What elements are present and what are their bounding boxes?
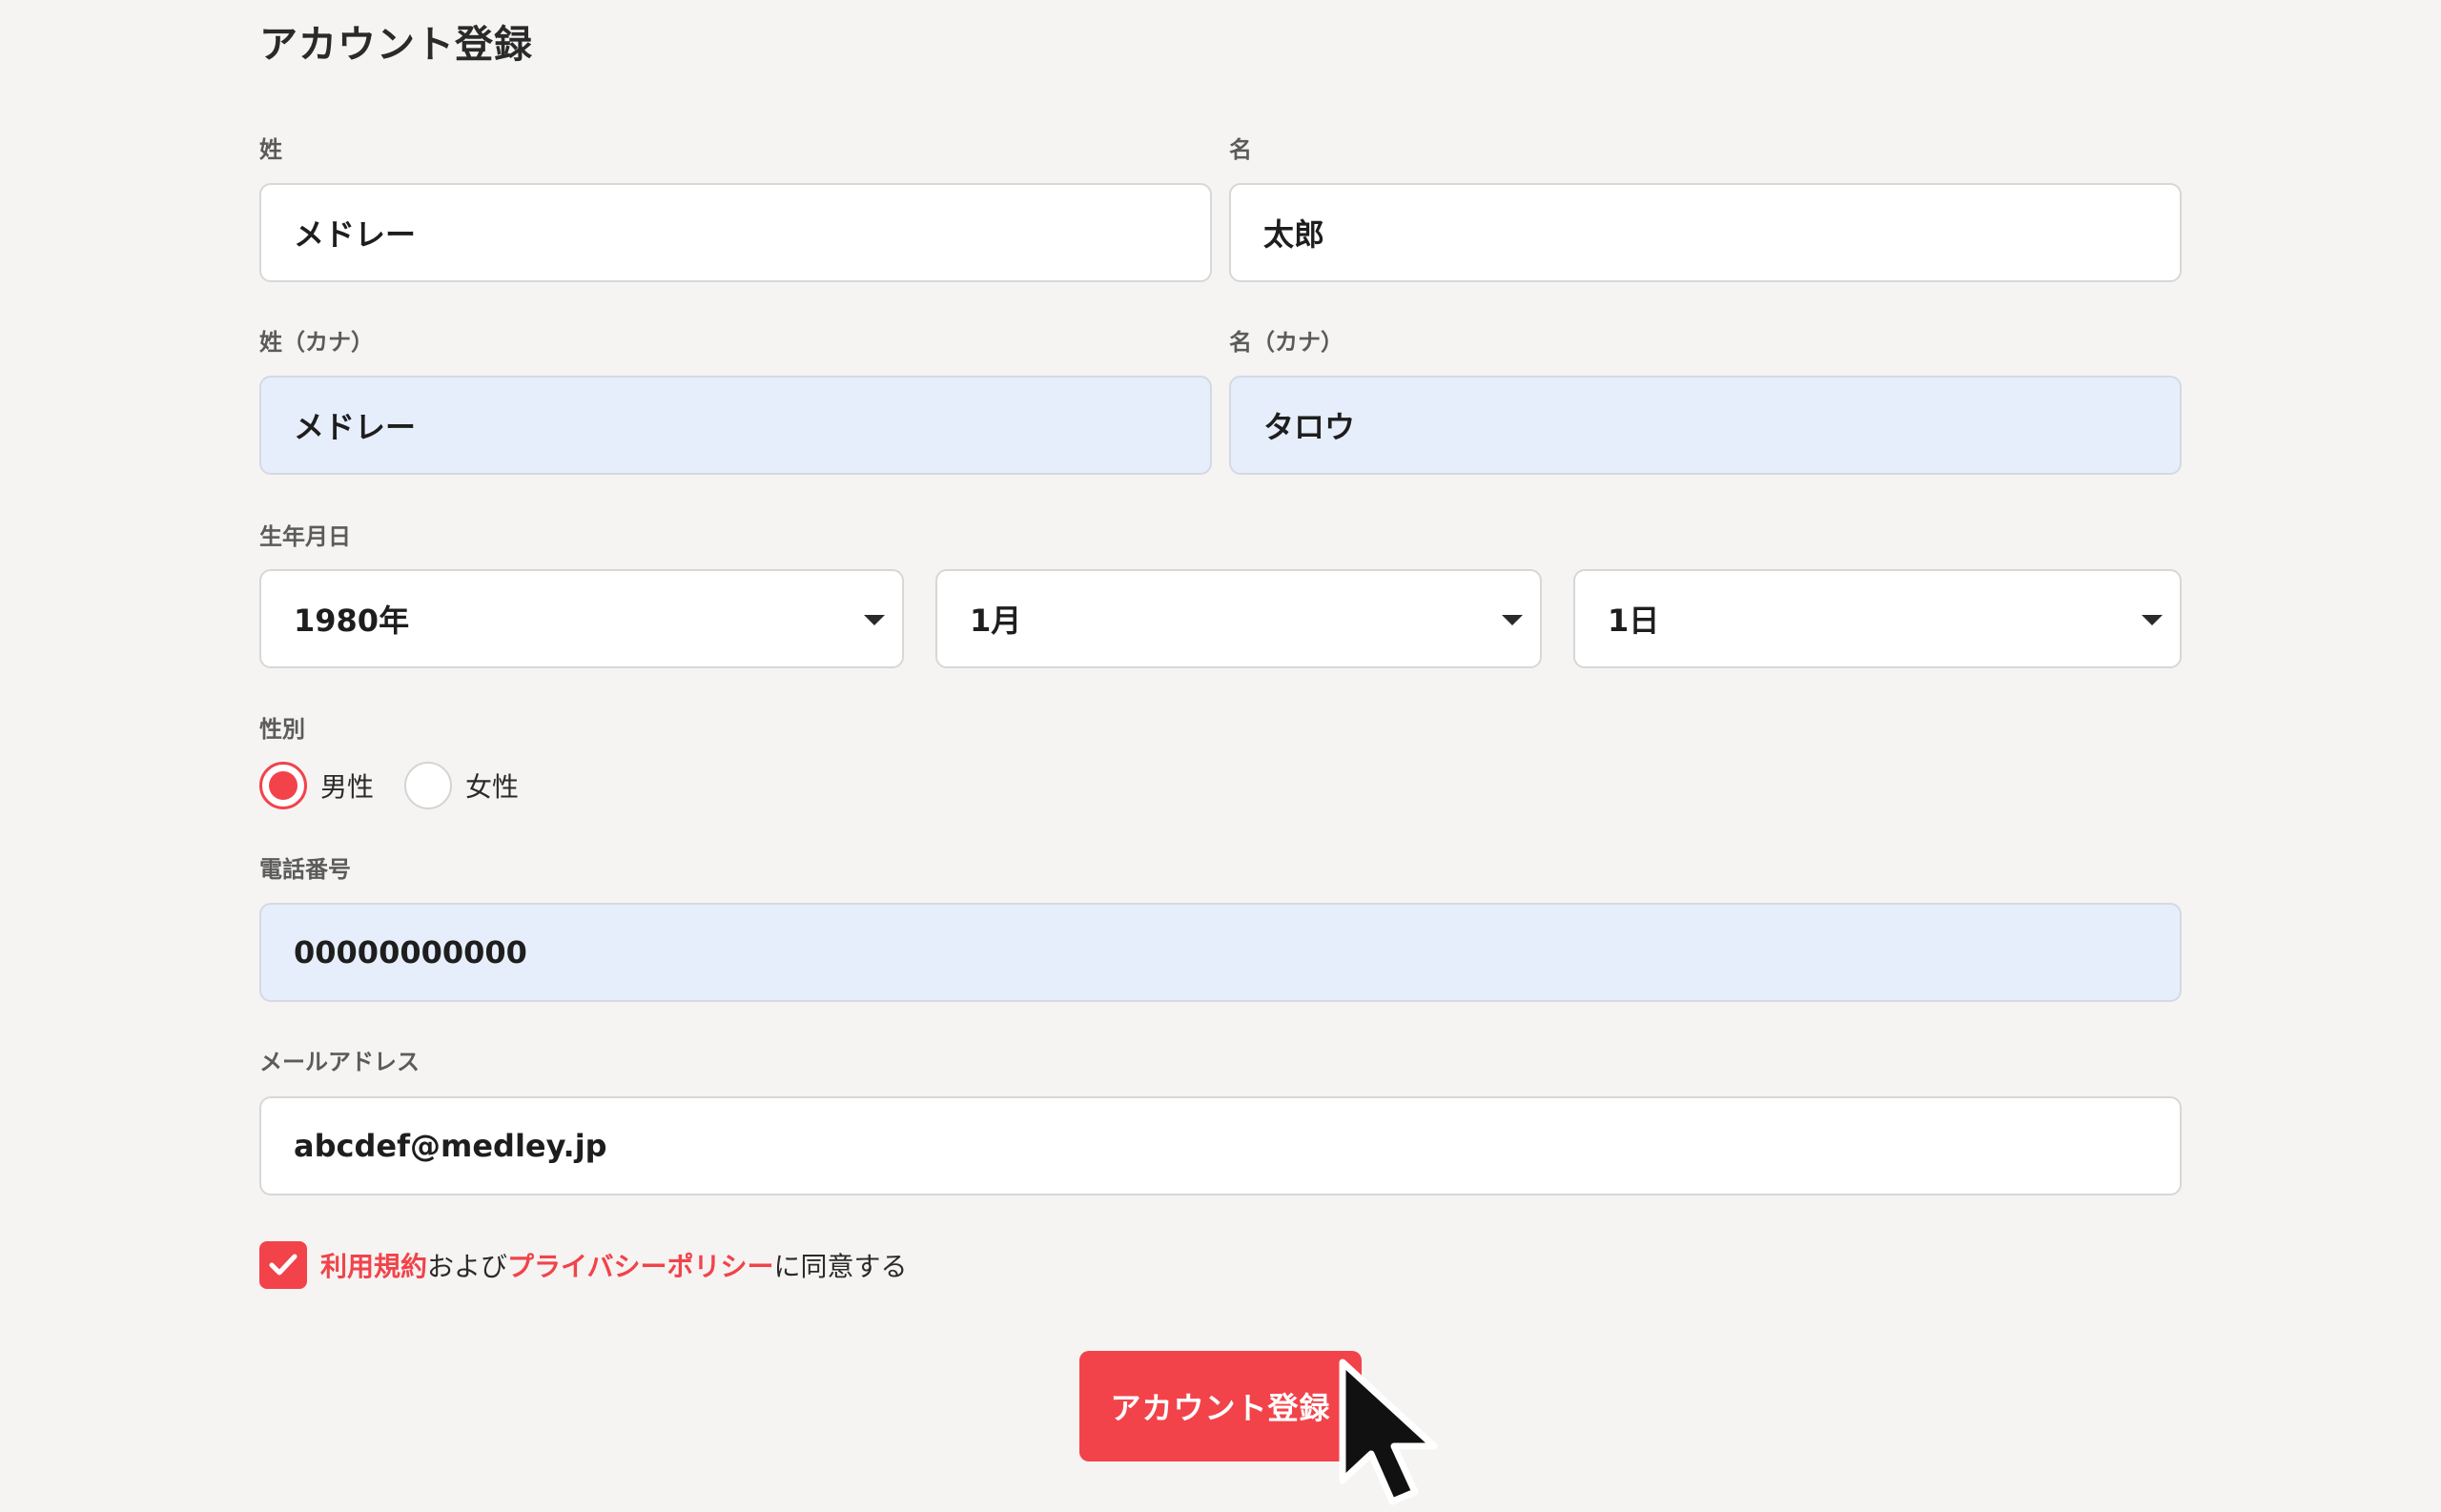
last-name-label: 姓 — [259, 136, 282, 163]
radio-unchecked-icon[interactable] — [404, 762, 453, 809]
birth-day-value: 1日 — [1608, 603, 1660, 639]
gender-option-label: 男性 — [320, 771, 375, 803]
submit-button[interactable]: アカウント登録 — [1079, 1351, 1362, 1461]
gender-option-female[interactable]: 女性 — [404, 762, 519, 809]
gender-option-label: 女性 — [465, 771, 520, 803]
first-name-kana-label: 名（カナ） — [1229, 329, 1344, 356]
last-name-field[interactable]: メドレー — [259, 183, 1212, 282]
email-field[interactable]: abcdef@medley.jp — [259, 1096, 2182, 1195]
first-name-kana-field[interactable]: タロウ — [1229, 376, 2182, 475]
agreement-row: 利用規約およびプライバシーポリシーに同意する — [259, 1241, 908, 1289]
agreement-text: 利用規約およびプライバシーポリシーに同意する — [320, 1246, 908, 1284]
agreement-checkbox[interactable] — [259, 1241, 307, 1289]
first-name-label: 名 — [1229, 136, 1252, 163]
last-name-kana-label: 姓（カナ） — [259, 329, 374, 356]
chevron-down-icon — [1502, 615, 1523, 625]
birth-year-select[interactable]: 1980年 — [259, 569, 904, 668]
birth-month-value: 1月 — [970, 603, 1022, 639]
radio-checked-icon[interactable] — [259, 762, 307, 809]
phone-label: 電話番号 — [259, 856, 351, 883]
gender-radio-group: 男性 女性 — [259, 761, 549, 810]
email-label: メールアドレス — [259, 1049, 420, 1075]
gender-label: 性別 — [259, 716, 305, 743]
birth-month-select[interactable]: 1月 — [935, 569, 1542, 668]
birthdate-label: 生年月日 — [259, 523, 351, 550]
last-name-kana-field[interactable]: メドレー — [259, 376, 1212, 475]
terms-link[interactable]: 利用規約 — [320, 1251, 427, 1282]
chevron-down-icon — [2142, 615, 2163, 625]
privacy-policy-link[interactable]: プライバシーポリシー — [507, 1251, 773, 1282]
mouse-cursor-icon — [1339, 1359, 1438, 1505]
agreement-connector: および — [427, 1251, 508, 1282]
chevron-down-icon — [864, 615, 885, 625]
page-title: アカウント登録 — [259, 23, 533, 67]
gender-option-male[interactable]: 男性 — [259, 762, 374, 809]
birth-day-select[interactable]: 1日 — [1573, 569, 2182, 668]
birth-year-value: 1980年 — [294, 603, 410, 639]
phone-field[interactable]: 00000000000 — [259, 903, 2182, 1002]
first-name-field[interactable]: 太郎 — [1229, 183, 2182, 282]
agreement-suffix: に同意する — [773, 1251, 908, 1282]
checkmark-icon — [269, 1254, 297, 1276]
